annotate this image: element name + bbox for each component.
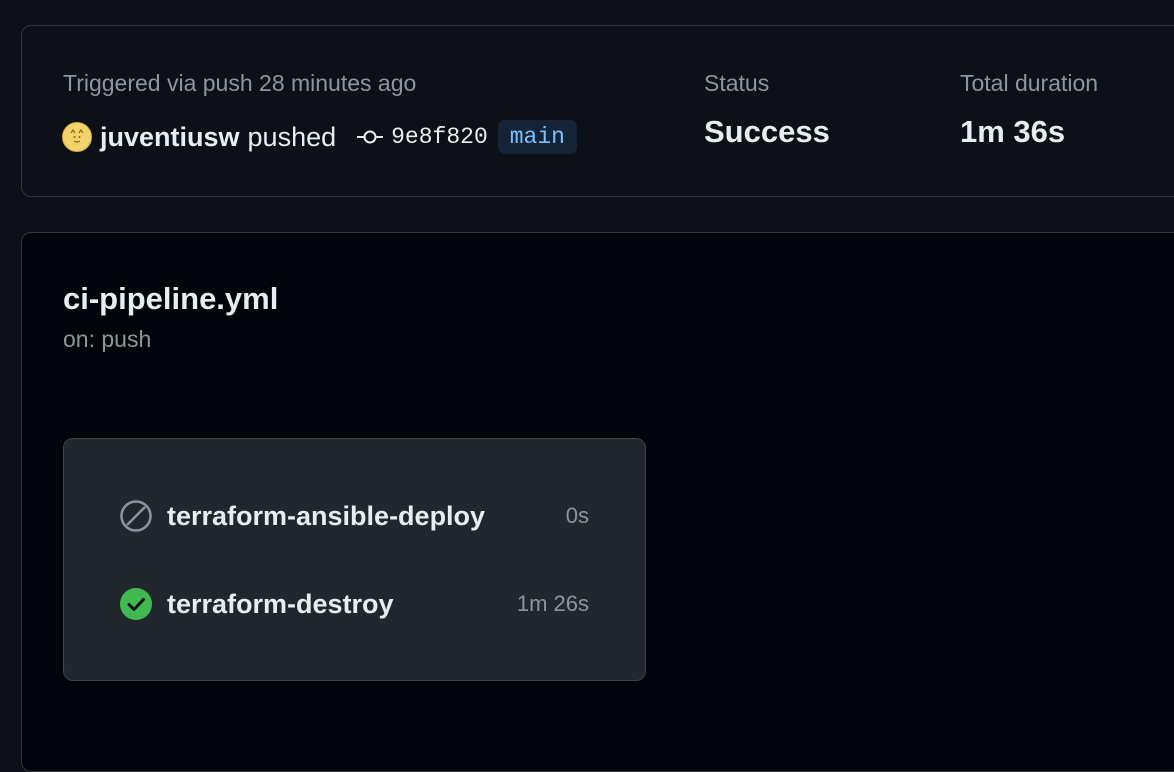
job-duration: 0s xyxy=(565,503,589,528)
job-name: terraform-ansible-deploy xyxy=(167,500,486,531)
status-value: Success xyxy=(704,114,830,149)
workflow-trigger: on: push xyxy=(63,326,152,352)
avatar-image-icon xyxy=(70,128,84,143)
avatar[interactable] xyxy=(62,122,92,152)
skipped-icon xyxy=(120,500,152,532)
workflow-file-name: ci-pipeline.yml xyxy=(63,281,279,316)
job-name: terraform-destroy xyxy=(167,588,394,619)
job-item-terraform-ansible-deploy[interactable]: terraform-ansible-deploy 0s xyxy=(119,496,589,536)
branch-badge[interactable]: main xyxy=(497,120,577,154)
commit-sha-link[interactable]: 9e8f820 xyxy=(391,124,488,150)
status-label: Status xyxy=(704,70,770,96)
trigger-text: Triggered via push 28 minutes ago xyxy=(63,70,417,96)
run-summary-panel: Triggered via push 28 minutes ago juvent… xyxy=(21,25,1174,197)
actor-row: juventiusw pushed 9e8f820 main xyxy=(62,117,577,157)
commit-icon xyxy=(357,130,384,144)
actor-link[interactable]: juventiusw xyxy=(100,122,240,153)
workflow-graph-panel: ci-pipeline.yml on: push terraform-ansib… xyxy=(21,232,1174,772)
actor-action: pushed xyxy=(247,121,337,152)
duration-label: Total duration xyxy=(960,70,1099,96)
check-circle-icon xyxy=(120,588,152,620)
jobs-group-card: terraform-ansible-deploy 0s terraform-de… xyxy=(63,438,646,681)
job-duration: 1m 26s xyxy=(516,591,589,616)
job-item-terraform-destroy[interactable]: terraform-destroy 1m 26s xyxy=(119,584,589,624)
duration-value: 1m 36s xyxy=(960,114,1066,149)
